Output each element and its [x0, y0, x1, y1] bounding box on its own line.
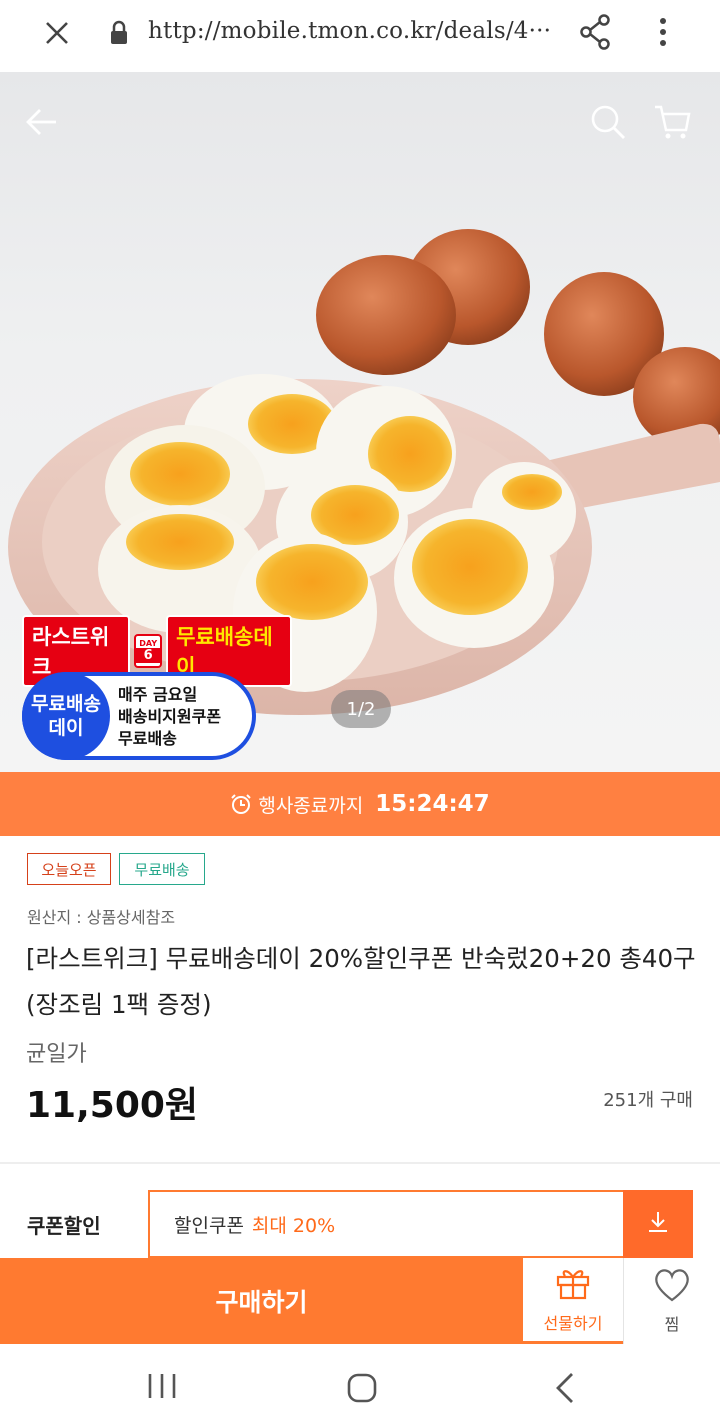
- more-vert-icon[interactable]: [648, 12, 678, 52]
- promo-circle: 무료배송 데이: [22, 672, 110, 760]
- free-shipping-badge: 무료배송: [119, 853, 205, 885]
- product-price: 11,500원: [26, 1085, 199, 1126]
- gift-button[interactable]: 선물하기: [523, 1258, 623, 1344]
- wishlist-label: 찜: [664, 1315, 680, 1334]
- url-bar[interactable]: http://mobile.tmon.co.kr/deals/4···: [148, 18, 551, 44]
- wishlist-button[interactable]: 찜: [623, 1258, 720, 1344]
- promo-line3: 무료배송: [118, 729, 177, 748]
- promo-circle-line2: 데이: [48, 717, 84, 739]
- promo-day-number: 6: [136, 648, 161, 663]
- cart-icon[interactable]: [652, 102, 692, 142]
- buy-button[interactable]: 구매하기: [0, 1258, 523, 1344]
- browser-toolbar: http://mobile.tmon.co.kr/deals/4···: [0, 0, 720, 72]
- promo-detail: 무료배송 데이 매주 금요일 배송비지원쿠폰 무료배송: [22, 672, 256, 760]
- page-indicator: 1/2: [331, 690, 391, 728]
- coupon-text: 할인쿠폰: [174, 1214, 244, 1237]
- share-icon[interactable]: [576, 12, 616, 52]
- deal-timer: 행사종료까지 15:24:47: [0, 772, 720, 836]
- timer-label: 행사종료까지: [258, 794, 364, 817]
- promo-day-badge: DAY 6: [134, 634, 163, 668]
- promo-line1: 매주 금요일: [118, 685, 198, 704]
- gift-label: 선물하기: [543, 1313, 603, 1333]
- product-title: [라스트위크] 무료배송데이 20%할인쿠폰 반숙렀20+20 총40구(장조림…: [26, 944, 696, 1019]
- system-nav-bar: [0, 1344, 720, 1426]
- promo-circle-line1: 무료배송: [31, 693, 101, 715]
- price-label: 균일가: [26, 1042, 87, 1067]
- gift-icon: [555, 1266, 591, 1304]
- coupon-label: 쿠폰할인: [27, 1214, 101, 1238]
- coupon-max: 최대 20%: [251, 1214, 336, 1237]
- purchase-count: 251개 구매: [603, 1090, 693, 1111]
- alarm-clock-icon: [230, 793, 252, 815]
- promo-line2: 배송비지원쿠폰: [118, 707, 222, 726]
- product-image-carousel[interactable]: 라스트위크 DAY 6 무료배송데이 무료배송 데이 매주 금요일 배송비지원쿠…: [0, 72, 720, 772]
- promo-badge: 라스트위크 DAY 6 무료배송데이 무료배송 데이 매주 금요일 배송비지원쿠…: [22, 615, 292, 762]
- download-icon: [645, 1209, 671, 1239]
- timer-value: 15:24:47: [375, 791, 490, 817]
- coupon-selector[interactable]: 할인쿠폰 최대 20%: [148, 1190, 623, 1258]
- heart-icon: [652, 1267, 692, 1307]
- back-arrow-icon[interactable]: [22, 102, 62, 142]
- close-icon[interactable]: [38, 14, 76, 52]
- home-icon[interactable]: [344, 1370, 380, 1406]
- promo-day-label: DAY: [139, 639, 158, 648]
- recent-apps-icon[interactable]: [144, 1372, 180, 1400]
- lock-icon: [108, 20, 130, 46]
- coupon-download-button[interactable]: [623, 1190, 693, 1258]
- origin-info: 원산지 : 상품상세참조: [27, 908, 176, 927]
- back-icon[interactable]: [550, 1370, 580, 1406]
- bottom-action-bar: 구매하기 선물하기 찜: [0, 1258, 720, 1344]
- today-open-badge: 오늘오픈: [27, 853, 111, 885]
- search-icon[interactable]: [588, 102, 628, 142]
- divider: [0, 1162, 720, 1164]
